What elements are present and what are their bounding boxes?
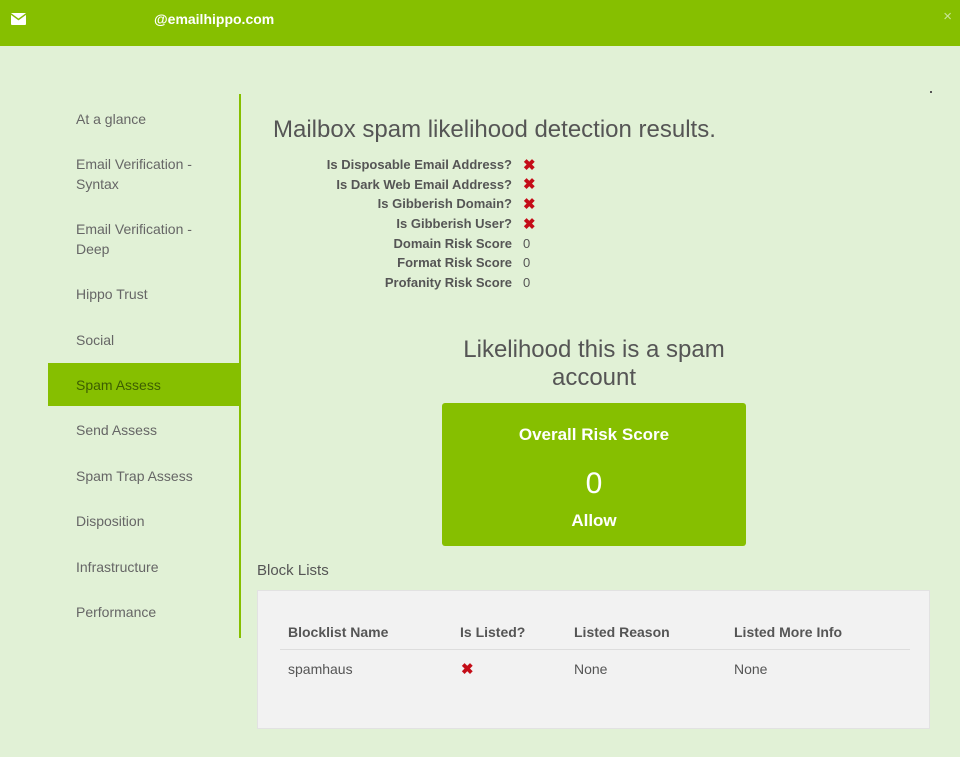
sidebar-item-label: Infrastructure [76, 558, 159, 575]
flag-row-profanity-risk: Profanity Risk Score 0 [270, 273, 543, 293]
risk-verdict: Allow [571, 511, 617, 530]
sidebar-item-email-verification-syntax[interactable]: Email Verification - Syntax [48, 141, 240, 207]
column-header: Listed Reason [566, 615, 726, 650]
sidebar-item-label: Send Assess [76, 421, 157, 438]
flag-label: Is Dark Web Email Address? [336, 176, 512, 192]
flag-value: 0 [523, 235, 531, 251]
sidebar-item-email-verification-deep[interactable]: Email Verification - Deep [48, 207, 240, 271]
sidebar-item-at-a-glance[interactable]: At a glance [48, 96, 240, 141]
sidebar-item-label: Performance [76, 604, 157, 620]
sidebar-nav: At a glance Email Verification - Syntax … [48, 96, 240, 635]
listed-reason: None [574, 661, 608, 677]
flag-label: Domain Risk Score [393, 235, 513, 251]
flag-label: Is Disposable Email Address? [326, 157, 512, 173]
column-header: Listed More Info [726, 615, 910, 650]
sidebar-item-label: Email Verification - Deep [76, 221, 192, 257]
red-x-icon: ✖ [461, 661, 474, 678]
table-row: spamhaus ✖ None None [280, 650, 910, 689]
red-x-icon: ✖ [523, 176, 536, 194]
flag-value: 0 [523, 255, 531, 271]
red-x-icon: ✖ [523, 195, 536, 213]
red-x-icon: ✖ [523, 215, 536, 233]
sidebar-item-label: Social [76, 332, 115, 348]
sidebar-item-label: Hippo Trust [76, 286, 148, 302]
spam-flags-list: Is Disposable Email Address? ✖ Is Dark W… [270, 155, 543, 292]
listed-more-info: None [734, 661, 768, 677]
risk-title: Overall Risk Score [518, 425, 670, 444]
flag-row-format-risk: Format Risk Score 0 [270, 253, 543, 273]
blocklists-table: Blocklist Name Is Listed? Listed Reason … [280, 615, 910, 688]
sidebar-item-infrastructure[interactable]: Infrastructure [48, 544, 240, 589]
sidebar-item-performance[interactable]: Performance [48, 589, 240, 635]
top-bar: @emailhippo.com × [0, 0, 960, 46]
blocklists-panel: Blocklist Name Is Listed? Listed Reason … [257, 590, 930, 729]
flag-row-dark-web: Is Dark Web Email Address? ✖ [270, 175, 543, 195]
flag-label: Is Gibberish User? [396, 216, 512, 232]
flag-row-disposable: Is Disposable Email Address? ✖ [270, 155, 543, 175]
flag-row-domain-risk: Domain Risk Score 0 [270, 233, 543, 253]
sidebar-item-label: Spam Assess [76, 376, 161, 393]
blocklist-name: spamhaus [288, 661, 353, 677]
header-email: @emailhippo.com [154, 11, 275, 27]
envelope-icon [11, 13, 26, 25]
likelihood-heading: Likelihood this is a spam account [463, 336, 725, 391]
table-header-row: Blocklist Name Is Listed? Listed Reason … [280, 615, 910, 650]
column-header: Blocklist Name [280, 615, 452, 650]
sidebar-item-hippo-trust[interactable]: Hippo Trust [48, 271, 240, 317]
decorative-dot [930, 91, 932, 93]
red-x-icon: ✖ [523, 156, 536, 174]
risk-score: 0 [585, 467, 603, 500]
flag-label: Profanity Risk Score [384, 274, 512, 290]
sidebar-item-label: Spam Trap Assess [76, 467, 193, 484]
flag-label: Format Risk Score [397, 255, 512, 271]
flag-value: 0 [523, 274, 531, 290]
close-icon[interactable]: × [943, 8, 952, 26]
blocklists-heading: Block Lists [257, 562, 329, 579]
sidebar-item-social[interactable]: Social [48, 317, 240, 363]
sidebar-item-label: At a glance [76, 110, 147, 127]
flag-row-gibberish-user: Is Gibberish User? ✖ [270, 214, 543, 234]
sidebar-item-spam-assess[interactable]: Spam Assess [48, 363, 240, 406]
sidebar-item-spam-trap-assess[interactable]: Spam Trap Assess [48, 453, 240, 498]
column-header: Is Listed? [452, 615, 566, 650]
sidebar-item-label: Disposition [76, 513, 145, 529]
sidebar-item-label: Email Verification - Syntax [76, 156, 192, 192]
sidebar-item-send-assess[interactable]: Send Assess [48, 406, 240, 453]
flag-row-gibberish-domain: Is Gibberish Domain? ✖ [270, 194, 543, 214]
sidebar-item-disposition[interactable]: Disposition [48, 498, 240, 544]
is-listed-cell: ✖ [452, 650, 566, 689]
page-title: Mailbox spam likelihood detection result… [273, 116, 716, 143]
overall-risk-card: Overall Risk Score 0 Allow [442, 403, 746, 546]
flag-label: Is Gibberish Domain? [377, 196, 512, 212]
